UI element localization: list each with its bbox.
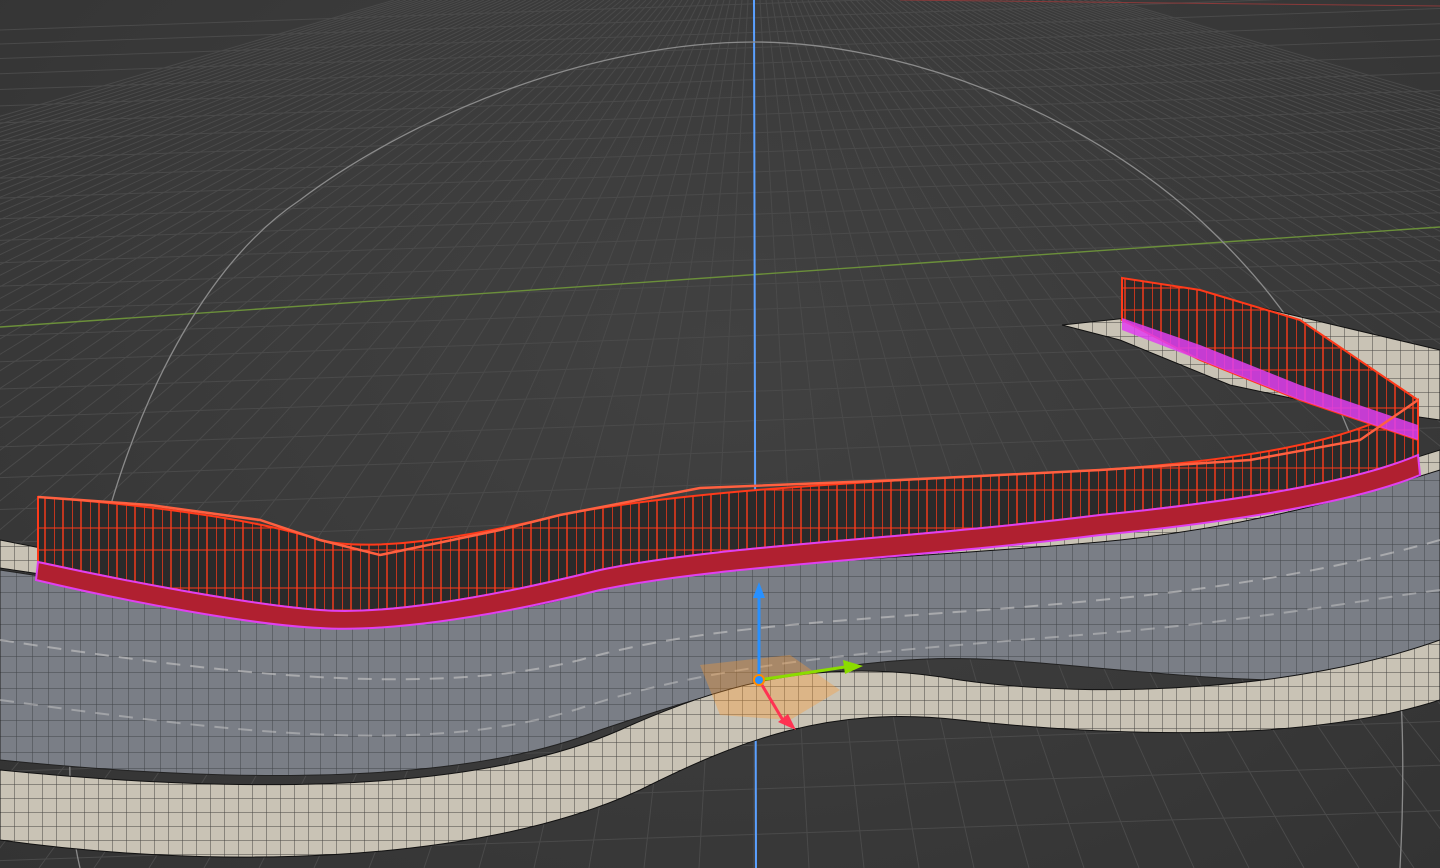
grid-line (777, 0, 975, 868)
grid-line (813, 0, 1305, 868)
grid-line (825, 0, 1415, 868)
grid-line (807, 0, 1250, 868)
grid-line (765, 0, 865, 868)
grid-line (759, 0, 810, 868)
viewport-canvas[interactable] (0, 0, 1440, 868)
3d-viewport[interactable] (0, 0, 1440, 868)
grid-line (0, 396, 1440, 448)
grid-line (0, 168, 1440, 220)
grid-line (0, 23, 1440, 75)
gizmo-center-handle[interactable] (753, 674, 765, 686)
grid-line (771, 0, 920, 868)
grid-line (819, 0, 1360, 868)
grid-line (0, 38, 1440, 90)
grid-line (801, 0, 1195, 868)
grid-line (0, 108, 1440, 160)
